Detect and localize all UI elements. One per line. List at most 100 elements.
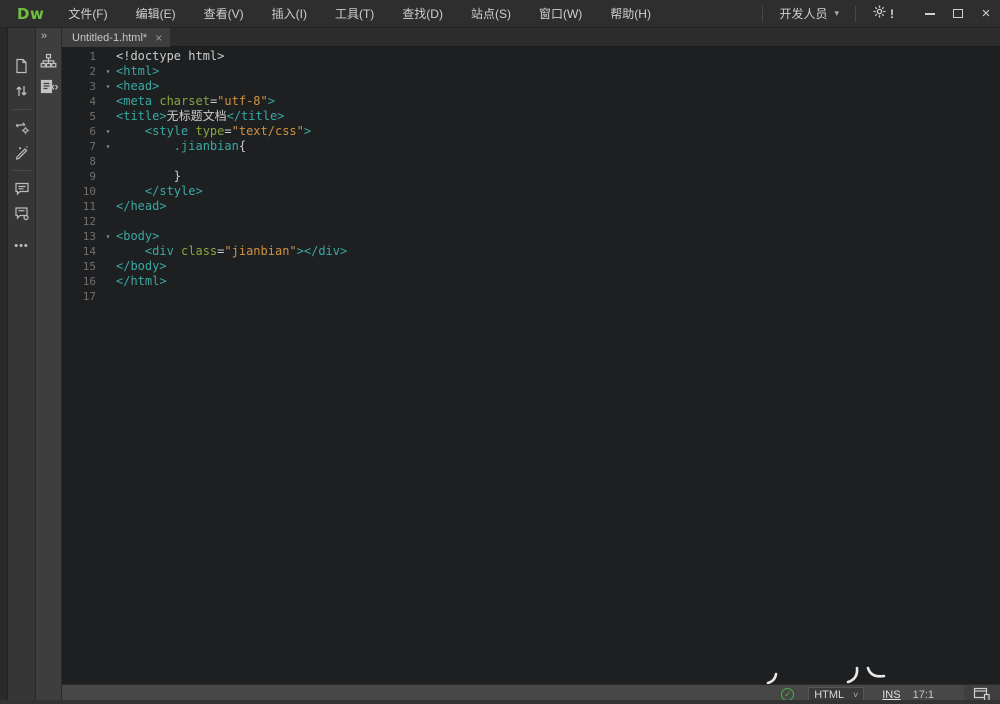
fold-spacer	[100, 154, 116, 169]
workspace-switcher[interactable]: 开发人员 ▾	[767, 0, 851, 27]
maximize-button[interactable]	[944, 0, 972, 27]
code-line[interactable]: 1 <!doctype html>	[62, 49, 1000, 64]
swap-transfer-icon[interactable]	[10, 115, 34, 139]
divider	[762, 6, 763, 22]
line-number: 4	[62, 94, 100, 109]
code-line[interactable]: 2▾<html>	[62, 64, 1000, 79]
code-line[interactable]: 16</html>	[62, 274, 1000, 289]
panel-dock: »	[36, 28, 62, 704]
menu-item[interactable]: 工具(T)	[321, 0, 388, 27]
code-line[interactable]: 15 </body>	[62, 259, 1000, 274]
code-line[interactable]: 9 }	[62, 169, 1000, 184]
bottom-edge-strip	[0, 700, 1000, 704]
line-number: 16	[62, 274, 100, 289]
menu-item[interactable]: 站点(S)	[457, 0, 525, 27]
line-number: 7	[62, 139, 100, 154]
code-text: <div class="jianbian"></div>	[116, 244, 347, 259]
tab-title: Untitled-1.html*	[72, 32, 147, 44]
code-view[interactable]: 1<!doctype html>2▾<html>3▾<head>4<meta c…	[62, 47, 1000, 684]
line-number: 8	[62, 154, 100, 169]
code-line[interactable]: 10 </style>	[62, 184, 1000, 199]
fold-spacer	[100, 49, 116, 64]
editor: Untitled-1.html* × 1<!doctype html>2▾<ht…	[62, 28, 1000, 704]
fold-arrow-icon[interactable]: ▾	[100, 139, 116, 154]
tab-close-icon[interactable]: ×	[155, 32, 162, 44]
menu-item[interactable]: 插入(I)	[258, 0, 321, 27]
fold-arrow-icon[interactable]: ▾	[100, 79, 116, 94]
pen-edit-icon[interactable]	[10, 140, 34, 164]
fold-spacer	[100, 94, 116, 109]
dock-collapse-chevrons-icon[interactable]: »	[36, 28, 47, 48]
code-text: }	[116, 169, 181, 184]
insert-mode-toggle[interactable]: INS	[882, 689, 900, 701]
fold-arrow-icon[interactable]: ▾	[100, 64, 116, 79]
menu-item[interactable]: 编辑(E)	[122, 0, 190, 27]
code-line[interactable]: 3▾<head>	[62, 79, 1000, 94]
code-line[interactable]: 8	[62, 154, 1000, 169]
line-number: 2	[62, 64, 100, 79]
comment-icon[interactable]	[10, 176, 34, 200]
divider	[13, 109, 31, 110]
chevron-down-icon: ▾	[834, 8, 839, 19]
minimize-icon	[925, 13, 935, 15]
fold-spacer	[100, 169, 116, 184]
snippets-file-code-icon[interactable]	[37, 74, 61, 100]
line-number: 14	[62, 244, 100, 259]
window-controls: ×	[916, 0, 1000, 27]
workspace-label: 开发人员	[779, 5, 827, 22]
line-number: 1	[62, 49, 100, 64]
document-tab[interactable]: Untitled-1.html* ×	[62, 28, 170, 47]
fold-spacer	[100, 274, 116, 289]
code-text: <body>	[116, 229, 159, 244]
code-line[interactable]: 12	[62, 214, 1000, 229]
code-line[interactable]: 14 <div class="jianbian"></div>	[62, 244, 1000, 259]
line-number: 10	[62, 184, 100, 199]
left-edge-strip	[0, 28, 8, 704]
cursor-position: 17:1	[913, 689, 934, 701]
code-text: </head>	[116, 199, 167, 214]
line-number: 5	[62, 109, 100, 124]
fold-arrow-icon[interactable]: ▾	[100, 124, 116, 139]
code-line[interactable]: 4<meta charset="utf-8">	[62, 94, 1000, 109]
menu-item[interactable]: 帮助(H)	[596, 0, 665, 27]
minimize-button[interactable]	[916, 0, 944, 27]
sort-files-icon[interactable]	[10, 79, 34, 103]
menubar: 文件(F)编辑(E)查看(V)插入(I)工具(T)查找(D)站点(S)窗口(W)…	[54, 0, 665, 27]
left-toolbar: •••	[8, 28, 36, 704]
app-logo: Dw	[0, 5, 54, 23]
menu-item[interactable]: 查看(V)	[190, 0, 258, 27]
menu-item[interactable]: 查找(D)	[388, 0, 457, 27]
dreamweaver-window: Dw 文件(F)编辑(E)查看(V)插入(I)工具(T)查找(D)站点(S)窗口…	[0, 0, 1000, 704]
code-line[interactable]: 17	[62, 289, 1000, 304]
sync-settings-button[interactable]: !	[860, 0, 906, 27]
line-number: 15	[62, 259, 100, 274]
alert-badge: !	[890, 7, 894, 21]
code-line[interactable]: 13▾<body>	[62, 229, 1000, 244]
menu-item[interactable]: 文件(F)	[54, 0, 121, 27]
close-button[interactable]: ×	[972, 0, 1000, 27]
code-text: </body>	[116, 259, 167, 274]
comment-settings-icon[interactable]	[10, 201, 34, 225]
fold-arrow-icon[interactable]: ▾	[100, 229, 116, 244]
code-line[interactable]: 5<title>无标题文档</title>	[62, 109, 1000, 124]
fold-spacer	[100, 199, 116, 214]
code-text: <html>	[116, 64, 159, 79]
code-text: <!doctype html>	[116, 49, 224, 64]
file-manage-icon[interactable]	[10, 54, 34, 78]
more-options-icon[interactable]: •••	[14, 240, 29, 252]
line-number: 17	[62, 289, 100, 304]
fold-spacer	[100, 289, 116, 304]
menu-item[interactable]: 窗口(W)	[525, 0, 596, 27]
code-line[interactable]: 7▾ .jianbian{	[62, 139, 1000, 154]
dom-tree-icon[interactable]	[37, 48, 61, 74]
code-line[interactable]: 6▾ <style type="text/css">	[62, 124, 1000, 139]
code-text: <head>	[116, 79, 159, 94]
tab-bar: Untitled-1.html* ×	[62, 28, 1000, 47]
clipped-text-artifact	[762, 666, 902, 684]
line-number: 9	[62, 169, 100, 184]
fold-spacer	[100, 184, 116, 199]
gear-icon	[872, 4, 887, 24]
line-number: 11	[62, 199, 100, 214]
divider	[855, 6, 856, 22]
code-line[interactable]: 11 </head>	[62, 199, 1000, 214]
